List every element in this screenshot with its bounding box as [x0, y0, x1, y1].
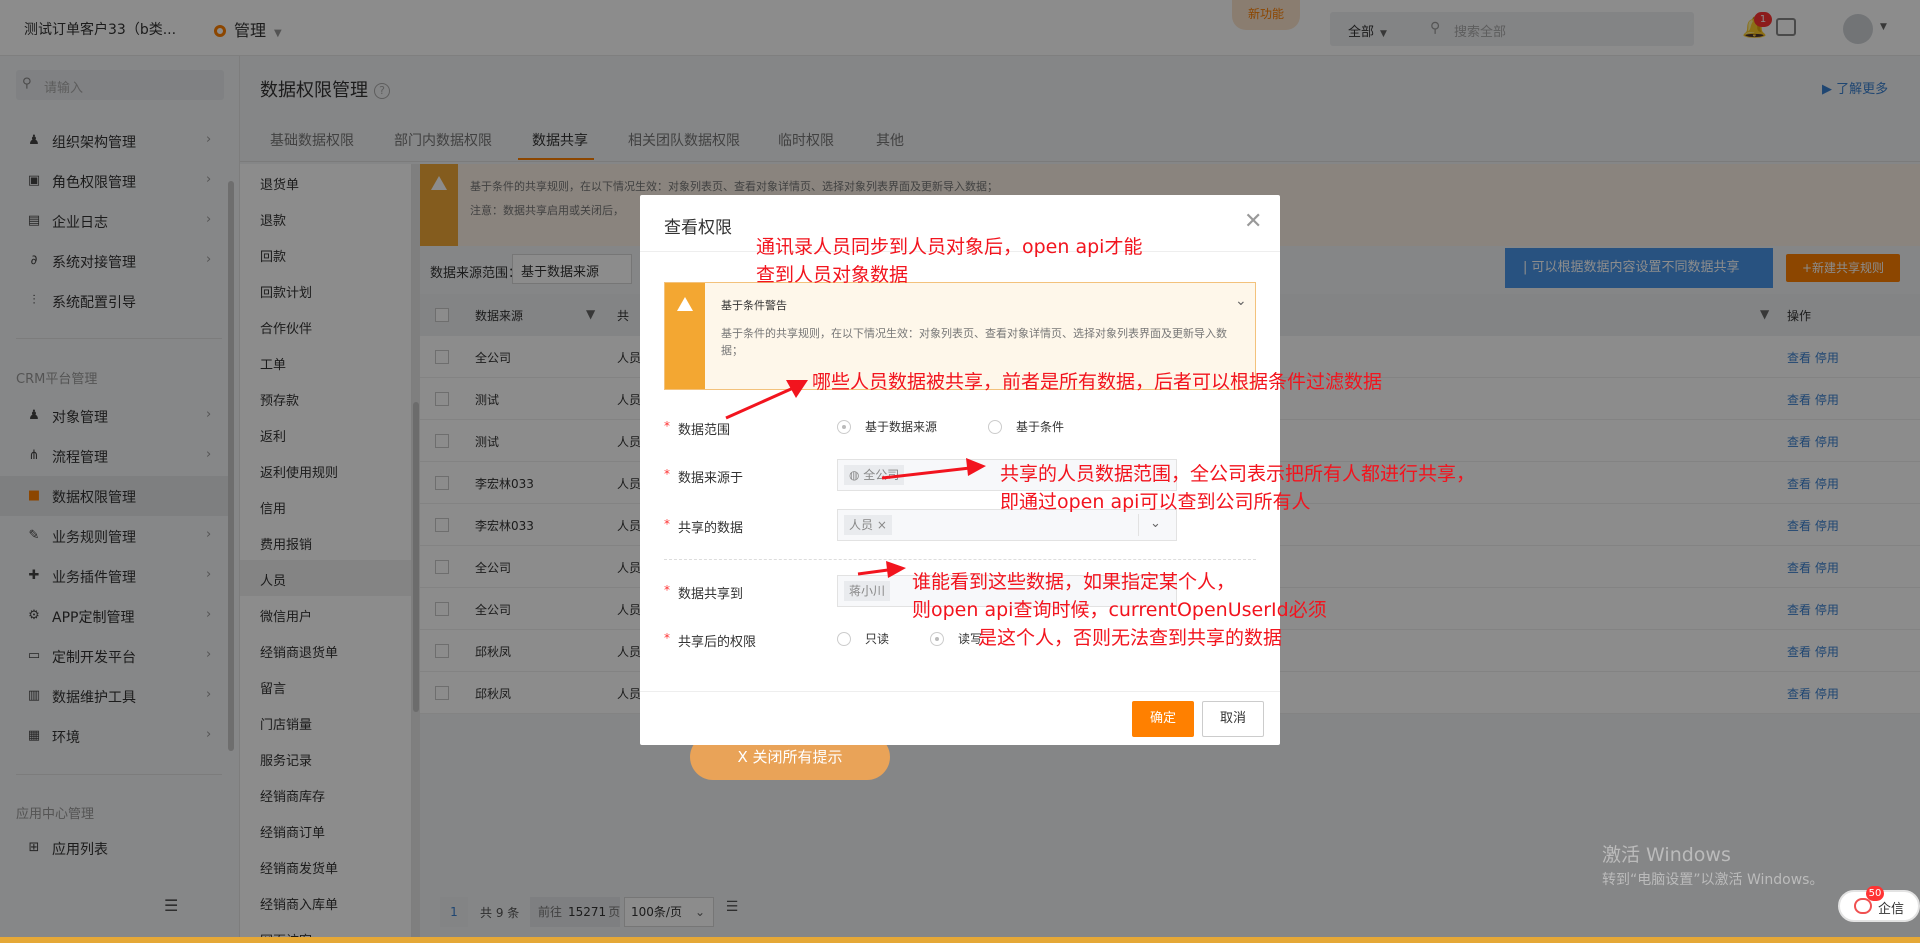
- field-data-range: * 数据范围 基于数据来源 基于条件: [664, 409, 1256, 445]
- radio-label: 基于条件: [1016, 420, 1065, 434]
- source-tag-label: 全公司: [863, 468, 900, 482]
- radio-by-condition[interactable]: 基于条件: [988, 418, 1064, 435]
- condition-warning-title: 基于条件警告: [721, 299, 787, 312]
- required-mark: *: [664, 467, 670, 481]
- taskbar-strip: [0, 937, 1920, 943]
- watermark-line: 激活 Windows: [1602, 844, 1731, 866]
- chat-bubble-icon: [1854, 898, 1872, 914]
- globe-icon: ◍: [849, 468, 864, 482]
- radio-label: 基于数据来源: [865, 420, 938, 434]
- annotation-line: 谁能看到这些数据，如果指定某个人，: [912, 571, 1236, 593]
- annotation-line: 则open api查询时候，currentOpenUserId必须: [912, 599, 1327, 621]
- dialog-title: 查看权限: [664, 218, 732, 238]
- chevron-down-icon[interactable]: ⌄: [1150, 516, 1161, 531]
- field-label: 数据共享到: [678, 587, 744, 602]
- condition-warning-body: 基于条件的共享规则，在以下情况生效：对象列表页、查看对象详情页、选择对象列表界面…: [721, 327, 1227, 357]
- confirm-button[interactable]: 确定: [1132, 701, 1194, 737]
- annotation-line: 是这个人，否则无法查到共享的数据: [978, 627, 1283, 649]
- close-icon[interactable]: ✕: [1244, 209, 1262, 234]
- cancel-button[interactable]: 取消: [1202, 701, 1264, 737]
- required-mark: *: [664, 517, 670, 531]
- required-mark: *: [664, 419, 670, 433]
- section-divider: [664, 559, 1256, 560]
- field-label: 数据来源于: [678, 471, 744, 486]
- annotation-line: 通讯录人员同步到人员对象后，open api才能: [756, 236, 1143, 258]
- field-label: 共享后的权限: [678, 635, 757, 650]
- shared-data-tag[interactable]: 人员 ×: [844, 515, 892, 535]
- radio-circle: [988, 420, 1002, 434]
- radio-circle: [837, 420, 851, 434]
- radio-circle: [837, 632, 851, 646]
- radio-label: 只读: [865, 632, 890, 646]
- annotation-source-note: 共享的人员数据范围，全公司表示把所有人都进行共享， 即通过open api可以查到…: [1000, 460, 1475, 516]
- share-to-tag: 蒋小川: [844, 581, 891, 601]
- annotation-range-note: 哪些人员数据被共享，前者是所有数据，后者可以根据条件过滤数据: [812, 371, 1383, 393]
- field-label: 共享的数据: [678, 521, 744, 536]
- annotation-line: 查到人员对象数据: [756, 264, 909, 286]
- required-mark: *: [664, 631, 670, 645]
- qixin-chat-button[interactable]: 50 企信: [1838, 886, 1920, 922]
- annotation-line: 共享的人员数据范围，全公司表示把所有人都进行共享，: [1000, 463, 1476, 485]
- warning-icon: [665, 283, 705, 389]
- annotation-sync-note: 通讯录人员同步到人员对象后，open api才能 查到人员对象数据: [756, 233, 1142, 289]
- required-mark: *: [664, 583, 670, 597]
- annotation-target-note: 谁能看到这些数据，如果指定某个人， 则open api查询时候，currentOp…: [912, 568, 1327, 652]
- field-label: 数据范围: [678, 423, 731, 438]
- select-divider: [1138, 514, 1139, 536]
- watermark-line: 转到“电脑设置”以激活 Windows。: [1602, 872, 1824, 888]
- chevron-down-icon[interactable]: ⌄: [1235, 293, 1247, 309]
- radio-by-source[interactable]: 基于数据来源: [837, 418, 937, 435]
- dialog-footer-divider: [640, 691, 1280, 692]
- windows-activation-watermark: 激活 Windows 转到“电脑设置”以激活 Windows。: [1602, 840, 1823, 889]
- chat-label: 企信: [1878, 902, 1905, 917]
- source-tag: ◍ 全公司: [844, 465, 905, 485]
- annotation-line: 即通过open api可以查到公司所有人: [1000, 491, 1311, 513]
- radio-read-only[interactable]: 只读: [837, 630, 889, 647]
